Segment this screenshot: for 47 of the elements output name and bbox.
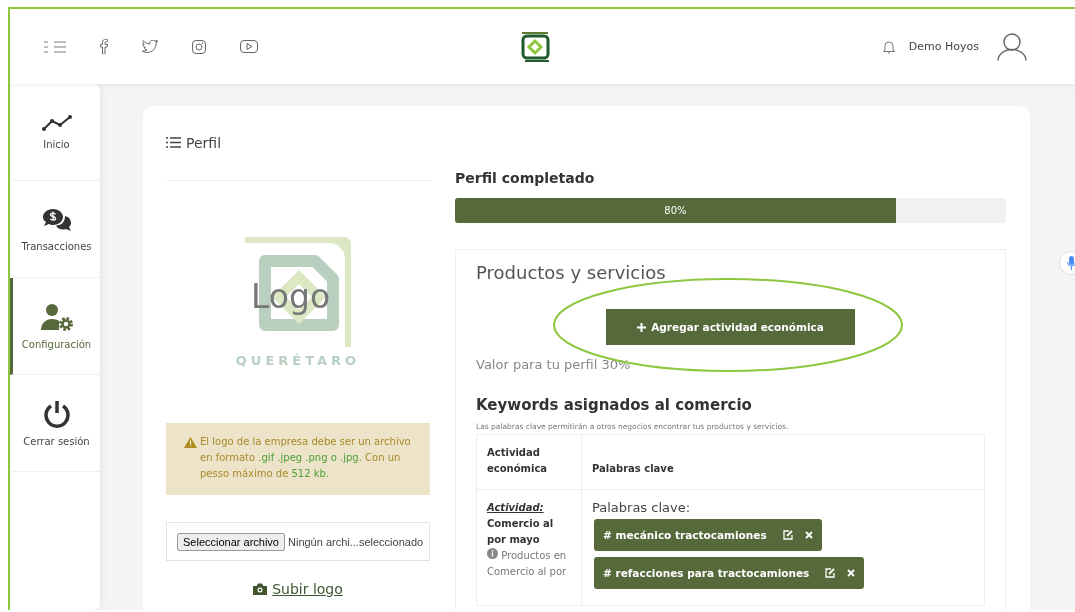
completion-title: Perfil completado [455,170,596,186]
close-icon[interactable] [804,531,813,539]
keywords-title: Keywords asignados al comercio [476,396,753,414]
logo-word: Logo [251,276,331,316]
keyword-tag: # mecánico tractocamiones [594,519,822,551]
section-title: Perfil [186,134,222,151]
close-icon[interactable] [847,569,856,577]
activity-name: Comercio al por mayo [487,517,555,547]
activity-label: Actividad: [487,501,545,515]
sidebar-item[interactable]: Configuración [10,278,100,375]
user-avatar-icon[interactable] [997,32,1027,61]
file-input[interactable]: Seleccionar archivo Ningún archi...seleccionado [166,522,430,561]
keywords-label: Palabras clave: [592,500,692,515]
column-header: Actividad económica [476,434,582,490]
money-chat-icon [40,206,73,233]
choose-file-button[interactable]: Seleccionar archivo [177,532,285,551]
warning-icon [184,437,197,448]
add-activity-button[interactable]: Agregar actividad económica [606,309,855,345]
file-name: Ningún archi...seleccionado [288,535,424,548]
activity-info: Productos en Comercio al por [487,548,568,579]
facebook-icon[interactable] [100,39,108,54]
keyword-tag: # refacciones para tractocamiones [594,557,865,589]
column-header: Palabras clave [581,434,985,490]
city-label: QUERÉTARO [235,352,361,368]
camera-icon [253,583,268,595]
twitter-icon[interactable] [142,40,158,53]
youtube-icon[interactable] [240,40,258,53]
user-gear-icon [39,302,74,331]
sidebar-item[interactable]: Transacciones [10,181,100,278]
user-name[interactable]: Demo Hoyos [908,40,979,53]
upload-logo-link[interactable]: Subir logo [272,581,343,597]
plus-icon [637,322,647,332]
sidebar-item[interactable]: Inicio [10,84,100,181]
info-icon [487,548,498,559]
edit-icon[interactable] [825,568,836,578]
sidebar-item[interactable]: Cerrar sesión [10,375,100,472]
power-icon [43,399,70,428]
bell-icon[interactable] [882,39,895,54]
list-icon [166,137,181,148]
edit-icon[interactable] [782,530,793,540]
logo-icon[interactable] [521,31,550,62]
progress-fill: 80% [455,198,896,223]
notice-text: El logo de la empresa debe ser un archivo en formato .gif .jpeg .png o .jpg. Con un pesso máximo de 512 kb. [200,435,412,481]
instagram-icon[interactable] [192,39,206,54]
panel-title: Productos y servicios [476,262,667,283]
line-chart-icon [41,114,72,131]
microphone-icon [1066,256,1075,270]
